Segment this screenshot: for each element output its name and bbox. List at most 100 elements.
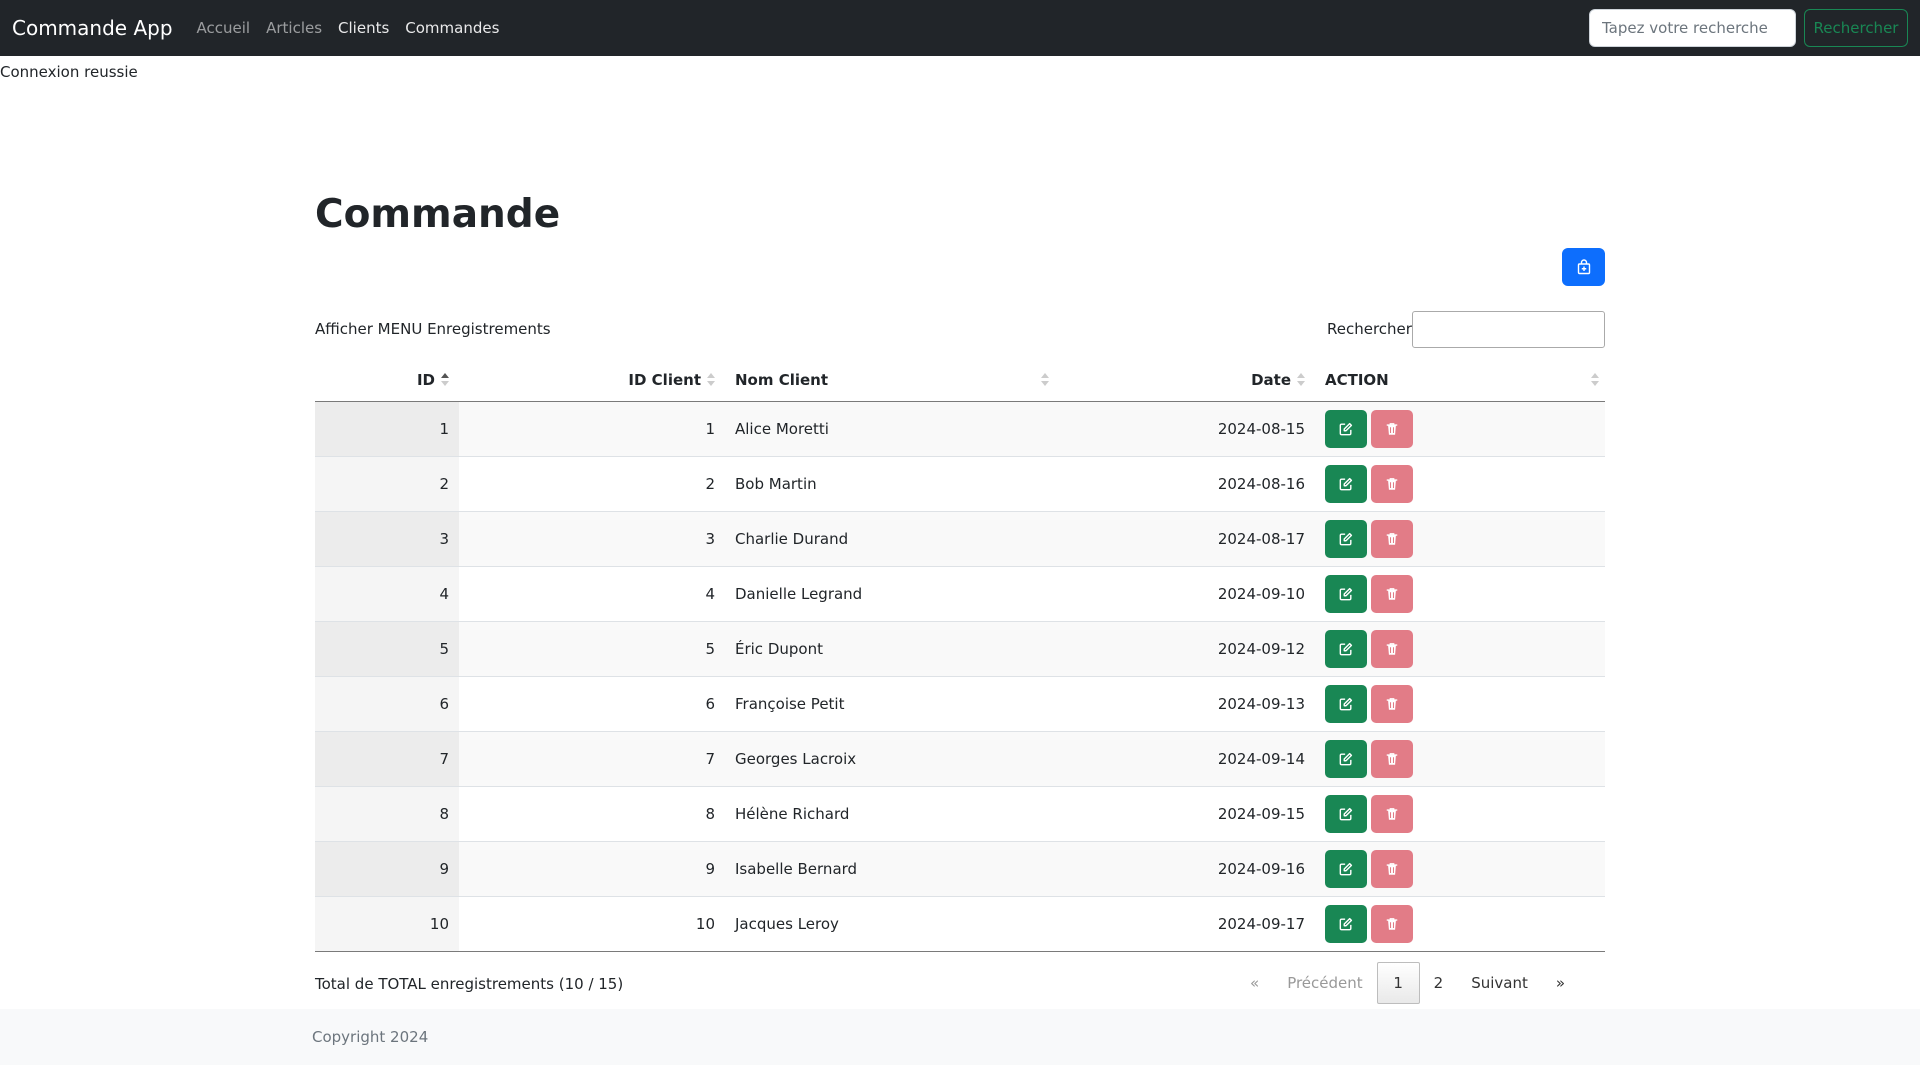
- cell-client-id: 5: [459, 620, 725, 676]
- nav-link-clients[interactable]: Clients: [338, 19, 389, 37]
- cell-client-id: 6: [459, 675, 725, 731]
- pagination-page-2[interactable]: 2: [1420, 962, 1458, 1004]
- pagination-last[interactable]: »: [1542, 962, 1579, 1004]
- edit-button[interactable]: [1325, 519, 1367, 558]
- trash-icon: [1386, 917, 1398, 930]
- cell-date: 2024-08-17: [1055, 510, 1315, 566]
- flash-message: Connexion reussie: [0, 63, 138, 81]
- edit-button[interactable]: [1325, 574, 1367, 613]
- table-header-row: ID ID Client Nom Client Date ACTION: [315, 359, 1605, 402]
- cell-client-id: 10: [459, 895, 725, 952]
- cell-date: 2024-09-10: [1055, 565, 1315, 621]
- delete-button[interactable]: [1371, 574, 1413, 613]
- trash-icon: [1386, 697, 1398, 710]
- cell-id: 7: [315, 730, 459, 786]
- delete-button[interactable]: [1371, 904, 1413, 943]
- table-info: Total de TOTAL enregistrements (10 / 15): [315, 975, 624, 993]
- cell-id: 5: [315, 620, 459, 676]
- cell-actions: [1315, 840, 1605, 896]
- sort-icon: [707, 373, 715, 387]
- delete-button[interactable]: [1371, 464, 1413, 503]
- delete-button[interactable]: [1371, 519, 1413, 558]
- cell-actions: [1315, 730, 1605, 786]
- edit-button[interactable]: [1325, 794, 1367, 833]
- column-header-client-name[interactable]: Nom Client: [725, 359, 1055, 402]
- edit-icon: [1339, 862, 1353, 875]
- cell-date: 2024-09-17: [1055, 895, 1315, 952]
- edit-button[interactable]: [1325, 684, 1367, 723]
- length-menu-label: Afficher MENU Enregistrements: [315, 320, 551, 338]
- table-row: 3 3 Charlie Durand 2024-08-17: [315, 510, 1605, 566]
- table-row: 4 4 Danielle Legrand 2024-09-10: [315, 565, 1605, 621]
- edit-button[interactable]: [1325, 464, 1367, 503]
- cell-client-name: Bob Martin: [725, 455, 1055, 511]
- delete-button[interactable]: [1371, 409, 1413, 448]
- cell-id: 6: [315, 675, 459, 731]
- brand-link[interactable]: Commande App: [12, 16, 173, 40]
- delete-button[interactable]: [1371, 849, 1413, 888]
- table-row: 1 1 Alice Moretti 2024-08-15: [315, 401, 1605, 456]
- column-header-label: Nom Client: [735, 370, 829, 389]
- table-row: 7 7 Georges Lacroix 2024-09-14: [315, 730, 1605, 786]
- cell-client-name: Charlie Durand: [725, 510, 1055, 566]
- column-header-id[interactable]: ID: [315, 359, 459, 402]
- column-header-label: ID: [416, 370, 435, 389]
- cell-date: 2024-08-16: [1055, 455, 1315, 511]
- cell-client-name: Georges Lacroix: [725, 730, 1055, 786]
- trash-icon: [1386, 422, 1398, 435]
- cell-client-name: Alice Moretti: [725, 401, 1055, 456]
- edit-button[interactable]: [1325, 739, 1367, 778]
- cell-client-name: Isabelle Bernard: [725, 840, 1055, 896]
- pagination-page-1[interactable]: 1: [1376, 962, 1420, 1004]
- edit-button[interactable]: [1325, 629, 1367, 668]
- edit-button[interactable]: [1325, 849, 1367, 888]
- cell-id: 10: [315, 895, 459, 952]
- edit-icon: [1339, 642, 1353, 655]
- table-search-input[interactable]: [1412, 311, 1605, 348]
- nav-link-accueil[interactable]: Accueil: [197, 19, 251, 37]
- table-row: 5 5 Éric Dupont 2024-09-12: [315, 620, 1605, 676]
- edit-icon: [1339, 587, 1353, 600]
- edit-button[interactable]: [1325, 904, 1367, 943]
- cell-id: 1: [315, 401, 459, 456]
- cell-client-name: Éric Dupont: [725, 620, 1055, 676]
- column-header-label: Date: [1251, 370, 1291, 389]
- column-header-date[interactable]: Date: [1055, 359, 1315, 402]
- edit-button[interactable]: [1325, 409, 1367, 448]
- pagination-previous[interactable]: Précédent: [1273, 962, 1376, 1004]
- cell-actions: [1315, 895, 1605, 952]
- nav-link-commandes[interactable]: Commandes: [405, 19, 499, 37]
- add-order-button[interactable]: [1562, 248, 1605, 286]
- cell-actions: [1315, 401, 1605, 456]
- nav-link-articles[interactable]: Articles: [266, 19, 322, 37]
- pagination: « Précédent 1 2 Suivant »: [1236, 962, 1579, 1004]
- cell-date: 2024-09-12: [1055, 620, 1315, 676]
- navbar-search-input[interactable]: [1589, 9, 1796, 47]
- table-row: 8 8 Hélène Richard 2024-09-15: [315, 785, 1605, 841]
- column-header-action[interactable]: ACTION: [1315, 359, 1605, 402]
- top-navbar: Commande App Accueil Articles Clients Co…: [0, 0, 1920, 56]
- navbar-search-button[interactable]: Rechercher: [1804, 9, 1908, 47]
- delete-button[interactable]: [1371, 794, 1413, 833]
- cell-client-id: 7: [459, 730, 725, 786]
- delete-button[interactable]: [1371, 739, 1413, 778]
- sort-icon: [1591, 373, 1599, 387]
- pagination-first[interactable]: «: [1236, 962, 1273, 1004]
- table-row: 6 6 Françoise Petit 2024-09-13: [315, 675, 1605, 731]
- cell-date: 2024-09-15: [1055, 785, 1315, 841]
- cell-client-id: 9: [459, 840, 725, 896]
- cell-client-name: Hélène Richard: [725, 785, 1055, 841]
- cell-client-name: Danielle Legrand: [725, 565, 1055, 621]
- pagination-next[interactable]: Suivant: [1457, 962, 1542, 1004]
- sort-asc-icon: [441, 373, 449, 387]
- delete-button[interactable]: [1371, 629, 1413, 668]
- bag-plus-icon: [1577, 259, 1590, 275]
- delete-button[interactable]: [1371, 684, 1413, 723]
- column-header-label: ID Client: [628, 370, 701, 389]
- cell-date: 2024-09-16: [1055, 840, 1315, 896]
- edit-icon: [1339, 752, 1353, 765]
- edit-icon: [1339, 422, 1353, 435]
- cell-actions: [1315, 510, 1605, 566]
- cell-actions: [1315, 675, 1605, 731]
- column-header-client-id[interactable]: ID Client: [459, 359, 725, 402]
